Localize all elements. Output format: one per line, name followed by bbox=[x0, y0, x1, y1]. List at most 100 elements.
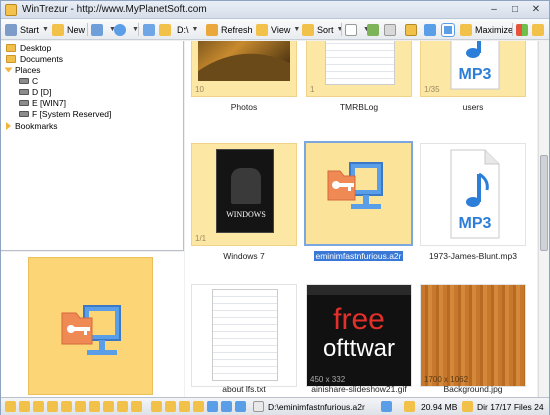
folder-icon bbox=[462, 401, 473, 412]
status-nav-icon[interactable] bbox=[131, 401, 142, 412]
count-badge: 1/35 bbox=[424, 85, 440, 94]
tree-item-drive-c[interactable]: C bbox=[19, 76, 38, 86]
folder-icon bbox=[6, 44, 16, 52]
preview-icon bbox=[424, 23, 436, 36]
new-button[interactable]: New bbox=[52, 22, 85, 37]
poster-image: WINDOWS bbox=[216, 149, 274, 233]
tree-item-drive-f[interactable]: F [System Reserved] bbox=[19, 109, 111, 119]
preview-toggle-button[interactable] bbox=[424, 22, 439, 37]
tree-item-places[interactable]: Places bbox=[4, 65, 41, 75]
tree-item-desktop[interactable]: Desktop bbox=[6, 43, 51, 53]
folder-up-button[interactable] bbox=[159, 22, 174, 37]
gif-text-software: ofttwar bbox=[322, 335, 396, 362]
thumb-card: WINDOWS 1/1 bbox=[191, 143, 297, 246]
expand-arrow-icon bbox=[6, 122, 11, 130]
status-nav-icon[interactable] bbox=[19, 401, 30, 412]
window-title: WinTrezur - http://www.MyPlanetSoft.com bbox=[22, 4, 207, 15]
tree-item-label: F [System Reserved] bbox=[32, 109, 112, 119]
windows-logo-icon bbox=[516, 23, 528, 36]
tree-item-documents[interactable]: Documents bbox=[6, 54, 63, 64]
status-nav-icon[interactable] bbox=[61, 401, 72, 412]
chevron-down-icon: ▼ bbox=[42, 26, 49, 33]
toolbar-divider bbox=[138, 23, 139, 36]
thumbnail-grid: 10 Photos 1 TMRBLog MP3 1/35 users WINDO… bbox=[185, 41, 537, 397]
key-file-icon bbox=[327, 162, 383, 209]
windows-button[interactable] bbox=[516, 22, 531, 37]
back-button[interactable] bbox=[143, 22, 158, 37]
photo-image bbox=[198, 41, 290, 81]
status-nav-icon[interactable] bbox=[179, 401, 190, 412]
vertical-scrollbar[interactable] bbox=[538, 41, 549, 397]
selected-name: eminimfastnfurious.a2r bbox=[313, 251, 404, 261]
bookmark-button[interactable] bbox=[384, 22, 399, 37]
drive-icon bbox=[19, 111, 29, 117]
path-dropdown[interactable]: D:\ ▼ bbox=[177, 22, 198, 37]
status-nav-icon[interactable] bbox=[221, 401, 232, 412]
refresh-icon bbox=[206, 23, 218, 36]
poster-title: WINDOWS bbox=[226, 210, 266, 219]
app-logo-icon bbox=[5, 4, 17, 16]
view-button[interactable]: View ▼ bbox=[256, 22, 300, 37]
folder-icon bbox=[159, 23, 171, 36]
tree-item-label: C bbox=[32, 76, 39, 86]
maximize-icon bbox=[460, 23, 472, 36]
count-badge: 1 bbox=[310, 85, 315, 94]
status-nav-icon[interactable] bbox=[75, 401, 86, 412]
start-button[interactable]: Start ▼ bbox=[5, 22, 49, 37]
maximize-window-button[interactable]: □ bbox=[508, 3, 522, 17]
thumb-caption: users bbox=[462, 102, 484, 112]
sort-button[interactable]: Sort ▼ bbox=[302, 22, 343, 37]
tree-item-label: Places bbox=[15, 65, 41, 75]
tree-item-label: E [WIN7] bbox=[32, 98, 67, 108]
status-nav-icon[interactable] bbox=[193, 401, 204, 412]
scrollbar-thumb[interactable] bbox=[540, 155, 548, 251]
status-nav-icon[interactable] bbox=[151, 401, 162, 412]
tree-item-label: Documents bbox=[20, 54, 63, 64]
view-label: View bbox=[271, 24, 291, 35]
refresh-button[interactable]: Refresh bbox=[206, 22, 253, 37]
fullscreen-button[interactable] bbox=[441, 22, 457, 37]
maximize-view-button[interactable]: Maximize bbox=[460, 22, 513, 37]
count-badge: 10 bbox=[195, 85, 204, 94]
layout-menu-button[interactable]: ▼ bbox=[91, 22, 116, 37]
tag-button[interactable] bbox=[367, 22, 382, 37]
panel-toggle-button[interactable] bbox=[405, 22, 420, 37]
close-button[interactable]: ✕ bbox=[529, 3, 543, 17]
status-nav-icon[interactable] bbox=[33, 401, 44, 412]
thumb-card: MP3 1/35 bbox=[420, 41, 526, 97]
sort-icon bbox=[302, 23, 314, 36]
tree-item-bookmarks[interactable]: Bookmarks bbox=[6, 121, 58, 131]
text-file-icon bbox=[212, 289, 278, 381]
storage-icon bbox=[404, 401, 415, 412]
status-nav-icon[interactable] bbox=[47, 401, 58, 412]
status-nav-icon[interactable] bbox=[5, 401, 16, 412]
back-arrow-icon bbox=[143, 23, 155, 36]
status-nav-icon[interactable] bbox=[235, 401, 246, 412]
nav-menu-button[interactable]: ▼ bbox=[114, 22, 139, 37]
image-header-bar bbox=[307, 285, 411, 295]
thumb-caption-selected[interactable]: eminimfastnfurious.a2r bbox=[304, 251, 413, 261]
bookmark-icon bbox=[384, 23, 396, 36]
status-size: 20.94 MB bbox=[421, 402, 458, 412]
tree-item-label: Bookmarks bbox=[15, 121, 58, 131]
preview-pane bbox=[1, 252, 184, 397]
status-nav-icon[interactable] bbox=[103, 401, 114, 412]
mp3-text: MP3 bbox=[459, 66, 492, 83]
tree-item-drive-e[interactable]: E [WIN7] bbox=[19, 98, 66, 108]
tree-item-drive-d[interactable]: D [D] bbox=[19, 87, 51, 97]
status-nav-icon[interactable] bbox=[117, 401, 128, 412]
image-dimensions: 1700 x 1062 bbox=[424, 375, 469, 384]
status-nav-icon[interactable] bbox=[89, 401, 100, 412]
chevron-down-icon: ▼ bbox=[336, 26, 344, 33]
thumb-caption: ainishare-slideshow21.gif bbox=[311, 384, 407, 394]
help-button[interactable] bbox=[532, 22, 547, 37]
folder-tree: Desktop Documents Places C D [D] E [WIN7… bbox=[1, 41, 184, 251]
path-label: D:\ bbox=[177, 24, 189, 35]
status-nav-icon[interactable] bbox=[207, 401, 218, 412]
folder-icon bbox=[6, 55, 16, 63]
preview-thumbnail bbox=[28, 257, 153, 395]
minimize-button[interactable]: – bbox=[487, 3, 501, 17]
status-nav-icon[interactable] bbox=[165, 401, 176, 412]
drive-icon bbox=[19, 100, 29, 106]
status-bar: D:\eminimfastnfurious.a2r 20.94 MB Dir 1… bbox=[1, 397, 549, 415]
